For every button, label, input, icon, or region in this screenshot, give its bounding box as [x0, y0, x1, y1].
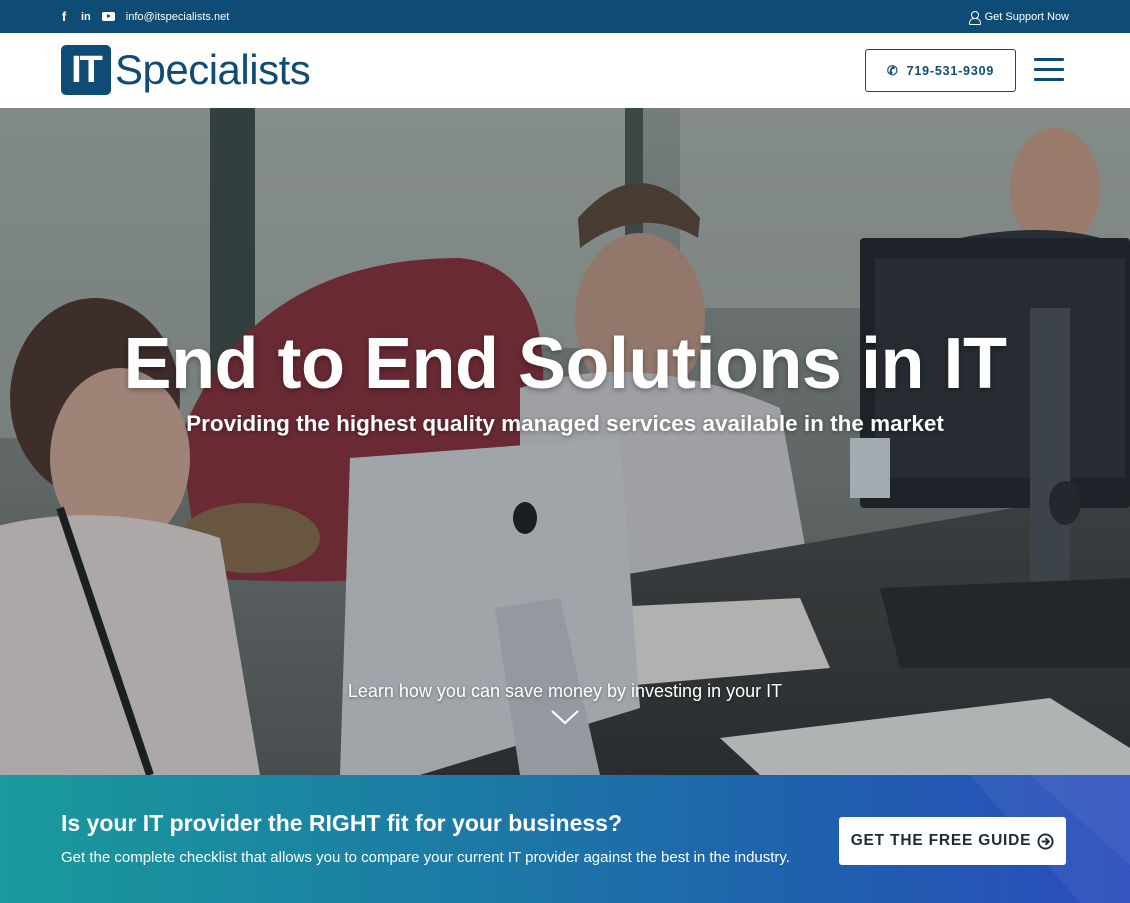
phone-number: 719-531-9309 [906, 63, 995, 78]
learn-more-link[interactable]: Learn how you can save money by investin… [0, 681, 1130, 702]
linkedin-icon[interactable]: in [81, 11, 91, 23]
user-icon [968, 10, 981, 25]
chevron-down-icon[interactable] [550, 708, 580, 726]
cta-description: Get the complete checklist that allows y… [61, 849, 790, 866]
hero-section: End to End Solutions in IT Providing the… [0, 108, 1130, 775]
phone-button[interactable]: ✆ 719-531-9309 [865, 49, 1016, 92]
facebook-icon[interactable]: f [60, 9, 68, 24]
hero-title: End to End Solutions in IT [123, 324, 1007, 404]
youtube-icon[interactable] [101, 12, 115, 21]
site-header: IT Specialists ✆ 719-531-9309 [0, 33, 1130, 108]
free-guide-label: GET THE FREE GUIDE [850, 832, 1032, 849]
cta-section: Is your IT provider the RIGHT fit for yo… [0, 775, 1130, 903]
get-support-link[interactable]: Get Support Now [968, 0, 1069, 33]
phone-icon: ✆ [886, 62, 899, 78]
hero-overlay [0, 108, 1130, 775]
cta-title: Is your IT provider the RIGHT fit for yo… [61, 810, 623, 836]
email-link[interactable]: info@itspecialists.net [126, 11, 230, 23]
logo-mark: IT [61, 45, 111, 95]
get-support-label: Get Support Now [984, 10, 1069, 23]
site-logo[interactable]: IT Specialists [61, 45, 311, 95]
social-links: f in info@itspecialists.net [60, 0, 229, 33]
free-guide-button[interactable]: GET THE FREE GUIDE [839, 817, 1066, 865]
top-bar: f in info@itspecialists.net Get Support … [0, 0, 1130, 33]
hamburger-icon[interactable] [1034, 58, 1064, 82]
arrow-circle-icon [1037, 832, 1054, 850]
logo-wordmark: Specialists [115, 46, 311, 93]
hero-subtitle: Providing the highest quality managed se… [186, 411, 944, 436]
